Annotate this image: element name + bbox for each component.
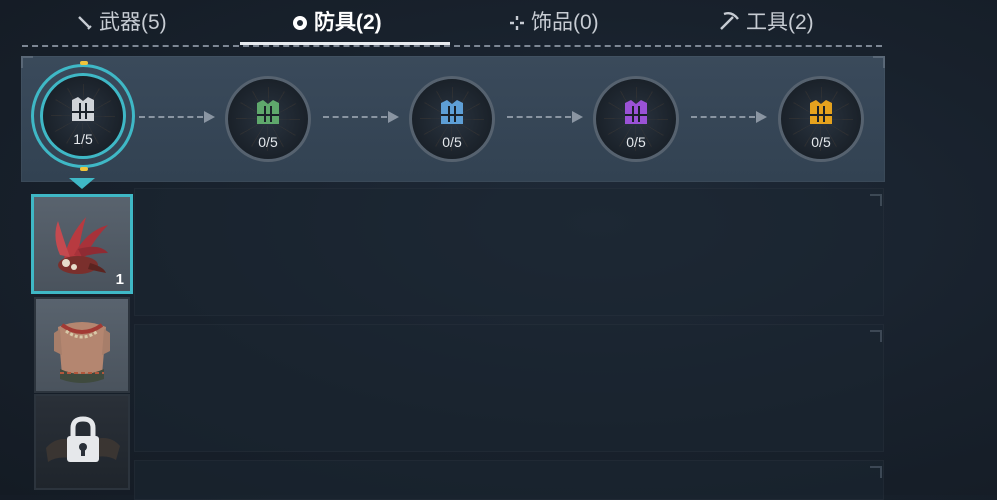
sword-icon xyxy=(77,13,93,30)
tier-count: 0/5 xyxy=(442,134,462,150)
lock-icon xyxy=(67,416,99,462)
item-quantity: 1 xyxy=(115,271,124,288)
vest-icon xyxy=(257,99,279,124)
tab-tools[interactable]: 工具(2) xyxy=(718,4,814,38)
item-row-bg xyxy=(134,188,884,316)
tribal-vest-icon xyxy=(54,322,110,383)
category-tabs: 武器(5) 防具(2) 饰品(0) 工具(2) xyxy=(22,0,882,47)
tab-accessories[interactable]: 饰品(0) xyxy=(509,4,599,38)
item-rows xyxy=(134,188,884,500)
tier-count: 0/5 xyxy=(811,134,831,150)
vest-icon xyxy=(625,99,647,124)
tier-node-3[interactable]: 0/5 xyxy=(409,76,495,162)
armor-icon xyxy=(292,13,308,30)
tab-accessories-label: 饰品(0) xyxy=(531,11,599,34)
item-row-bg xyxy=(134,324,884,452)
tier-node-5[interactable]: 0/5 xyxy=(778,76,864,162)
tab-armor[interactable]: 防具(2) xyxy=(292,4,382,38)
tier-count: 0/5 xyxy=(626,134,646,150)
tab-weapons-label: 武器(5) xyxy=(99,11,167,34)
tier-arrow-2 xyxy=(323,111,399,123)
tab-armor-label: 防具(2) xyxy=(314,11,382,34)
item-row-bg xyxy=(134,460,884,500)
tier-node-2[interactable]: 0/5 xyxy=(225,76,311,162)
tier-arrow-1 xyxy=(139,111,215,123)
tier-arrow-3 xyxy=(507,111,583,123)
tab-tools-label: 工具(2) xyxy=(746,11,814,34)
tier-node-1[interactable]: 1/5 xyxy=(40,73,126,159)
tabs-divider xyxy=(22,45,882,47)
tier-node-4[interactable]: 0/5 xyxy=(593,76,679,162)
pickaxe-icon xyxy=(718,11,740,31)
vest-icon xyxy=(441,99,463,124)
tier-count: 0/5 xyxy=(258,134,278,150)
tier-count: 1/5 xyxy=(73,131,93,147)
vest-icon xyxy=(810,99,832,124)
tier-arrow-4 xyxy=(691,111,767,123)
vest-icon xyxy=(72,96,94,121)
item-slot-locked[interactable] xyxy=(34,394,130,490)
item-slot-feather-headdress[interactable]: 1 xyxy=(31,194,133,294)
tab-weapons[interactable]: 武器(5) xyxy=(77,4,167,38)
item-slot-tribal-vest[interactable] xyxy=(34,297,130,393)
accessory-icon xyxy=(509,13,525,30)
selected-tier-pointer xyxy=(69,178,95,189)
